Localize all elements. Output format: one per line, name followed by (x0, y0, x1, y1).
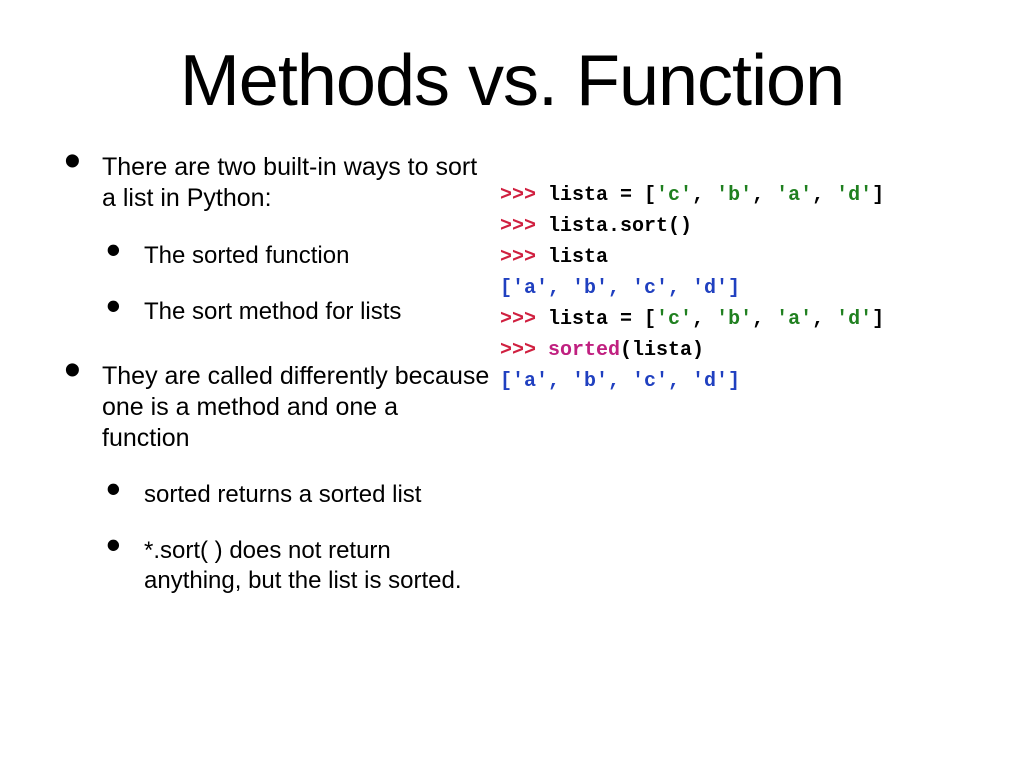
code-text: , (692, 308, 716, 331)
sub-bullet-item: The sort method for lists (102, 297, 490, 327)
code-text: (lista) (620, 339, 704, 362)
code-text: lista = [ (548, 184, 656, 207)
bullet-text: They are called differently because one … (102, 362, 489, 453)
code-text: ] (872, 184, 884, 207)
code-text: , (812, 184, 836, 207)
bullet-item: There are two built-in ways to sort a li… (60, 152, 490, 327)
code-column: >>> lista = ['c', 'b', 'a', 'd'] >>> lis… (500, 152, 964, 738)
code-string: 'a' (776, 184, 812, 207)
bullet-text: The sort method for lists (144, 298, 401, 325)
bullet-text: The sorted function (144, 242, 349, 269)
code-string: 'a' (776, 308, 812, 331)
code-text: , (692, 184, 716, 207)
code-block: >>> lista = ['c', 'b', 'a', 'd'] >>> lis… (500, 180, 964, 397)
slide: Methods vs. Function There are two built… (0, 0, 1024, 768)
bullet-item: They are called differently because one … (60, 361, 490, 597)
code-text: ] (872, 308, 884, 331)
sub-bullet-item: *.sort( ) does not return anything, but … (102, 536, 490, 596)
code-string: 'd' (836, 308, 872, 331)
bullet-list: There are two built-in ways to sort a li… (60, 152, 490, 596)
code-string: 'b' (716, 184, 752, 207)
code-text: , (752, 184, 776, 207)
slide-title: Methods vs. Function (60, 40, 964, 122)
bullet-text: sorted returns a sorted list (144, 481, 421, 508)
code-string: 'c' (656, 184, 692, 207)
code-text: lista = [ (548, 308, 656, 331)
repl-prompt: >>> (500, 339, 548, 362)
repl-prompt: >>> (500, 184, 548, 207)
sub-bullet-list: sorted returns a sorted list *.sort( ) d… (102, 480, 490, 596)
code-text: lista.sort() (548, 215, 692, 238)
code-output: ['a', 'b', 'c', 'd'] (500, 370, 740, 393)
bullets-column: There are two built-in ways to sort a li… (60, 152, 490, 738)
code-string: 'c' (656, 308, 692, 331)
repl-prompt: >>> (500, 308, 548, 331)
slide-body: There are two built-in ways to sort a li… (60, 152, 964, 738)
code-string: 'd' (836, 184, 872, 207)
bullet-text: There are two built-in ways to sort a li… (102, 153, 477, 212)
code-function: sorted (548, 339, 620, 362)
code-text: , (752, 308, 776, 331)
bullet-text: *.sort( ) does not return anything, but … (144, 537, 462, 594)
sub-bullet-list: The sorted function The sort method for … (102, 241, 490, 327)
code-string: 'b' (716, 308, 752, 331)
sub-bullet-item: sorted returns a sorted list (102, 480, 490, 510)
repl-prompt: >>> (500, 246, 548, 269)
code-text: lista (548, 246, 608, 269)
repl-prompt: >>> (500, 215, 548, 238)
sub-bullet-item: The sorted function (102, 241, 490, 271)
code-output: ['a', 'b', 'c', 'd'] (500, 277, 740, 300)
code-text: , (812, 308, 836, 331)
